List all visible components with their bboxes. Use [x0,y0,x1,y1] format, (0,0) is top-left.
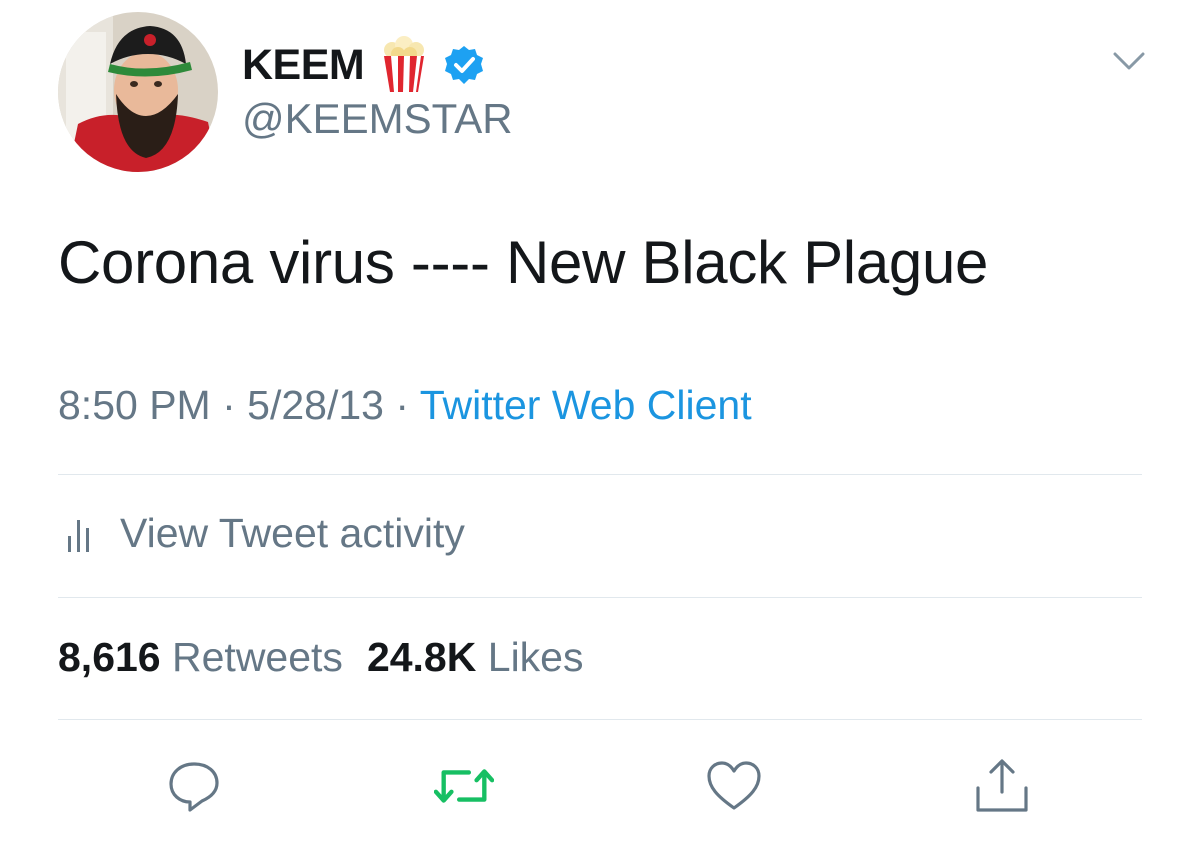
retweet-icon [434,769,494,803]
likes-label: Likes [487,634,584,680]
chevron-down-icon[interactable] [1112,48,1146,74]
tweet-text: Corona virus ---- New Black Plague [58,229,989,296]
display-name-row[interactable]: KEEM [242,36,484,94]
popcorn-emoji-icon [380,36,428,94]
reply-button[interactable] [164,758,224,814]
divider [58,474,1142,475]
likes-stat[interactable]: 24.8K Likes [367,634,584,680]
like-button[interactable] [704,758,764,814]
view-tweet-activity-label: View Tweet activity [120,510,465,556]
verified-badge-icon [444,45,484,85]
retweets-count: 8,616 [58,634,161,680]
heart-icon [707,761,761,810]
tweet-stats: 8,616 Retweets 24.8K Likes [58,634,583,681]
tweet-time: 8:50 PM [58,382,211,428]
divider [58,719,1142,720]
avatar[interactable] [58,12,218,172]
retweets-label: Retweets [172,634,343,680]
divider [58,597,1142,598]
bar-chart-icon [66,514,96,554]
user-handle[interactable]: @KEEMSTAR [242,95,513,143]
meta-separator: · [395,382,410,428]
meta-separator: · [222,382,236,428]
likes-count: 24.8K [366,634,477,680]
retweets-stat[interactable]: 8,616 Retweets [58,634,343,680]
view-tweet-activity-button[interactable]: View Tweet activity [66,510,465,557]
share-button[interactable] [972,758,1032,814]
display-name[interactable]: KEEM [242,41,365,90]
reply-icon [169,762,219,812]
tweet-source-link[interactable]: Twitter Web Client [420,382,752,428]
share-icon [976,759,1028,812]
tweet-meta: 8:50 PM · 5/28/13 · Twitter Web Client [58,382,752,429]
tweet-date[interactable]: 5/28/13 [247,382,384,428]
retweet-button[interactable] [434,758,494,814]
